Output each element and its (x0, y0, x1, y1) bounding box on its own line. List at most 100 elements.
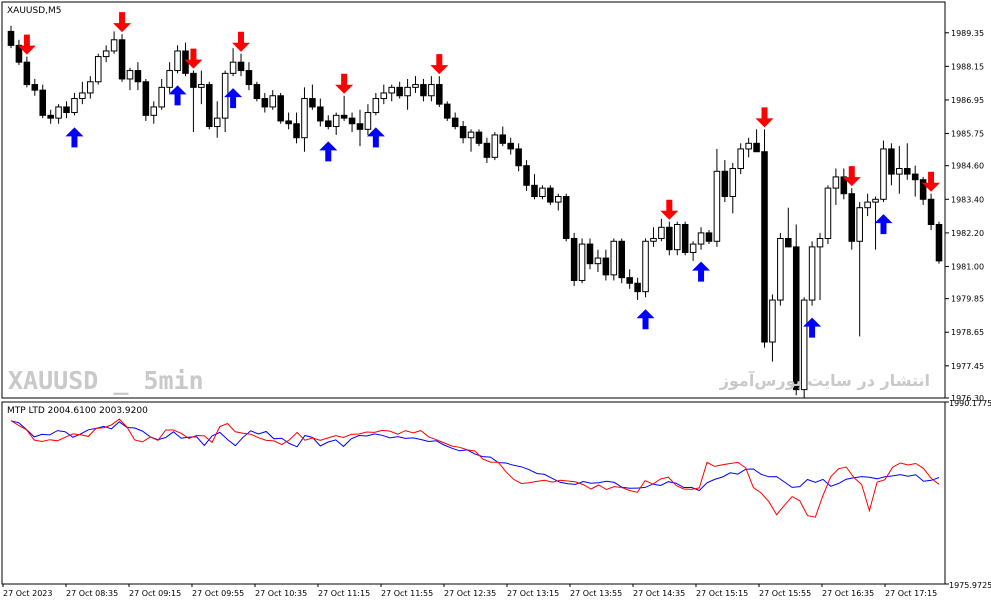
candle (309, 84, 316, 110)
candle (158, 78, 165, 110)
sell-arrow-icon (660, 199, 679, 220)
indicator-line-red (10, 418, 940, 518)
buy-arrow-icon (692, 261, 711, 282)
candle (451, 112, 459, 130)
candle (340, 95, 348, 121)
candle (348, 112, 356, 133)
candle (213, 101, 221, 138)
price-panel: XAUUSD,M5 XAUUSD _ 5min انتشار در سایت بور… (7, 6, 943, 398)
time-tick-label: 27 Oct 15:55 (759, 589, 811, 598)
candle-body-bear (23, 61, 31, 86)
candle (102, 45, 110, 63)
candle-body-bull (428, 84, 435, 97)
candle (110, 31, 118, 54)
candle (761, 129, 768, 348)
candle-body-bear (792, 246, 800, 391)
time-tick-label: 27 Oct 14:35 (633, 589, 685, 598)
candle-body-bear (681, 223, 689, 253)
candle (150, 101, 158, 124)
candle (23, 56, 31, 88)
candle-body-bull (380, 92, 388, 100)
candle (816, 232, 824, 301)
candle-body-bull (198, 84, 205, 88)
candle (753, 129, 760, 153)
candle (237, 53, 245, 77)
candle-body-bull (539, 187, 546, 198)
time-tick-label: 27 Oct 13:55 (570, 589, 622, 598)
candle-body-bull (808, 246, 816, 301)
price-tick-label: 1981.00 (951, 262, 984, 271)
price-tick-label: 1983.40 (951, 195, 984, 204)
candle-body-bull (301, 98, 308, 139)
buy-arrow-icon (65, 127, 84, 148)
candle (79, 81, 86, 105)
price-tick-label: 1989.35 (951, 29, 984, 38)
sell-arrow-icon (755, 107, 774, 128)
candle (412, 76, 419, 93)
time-tick-label: 27 Oct 08:35 (66, 589, 118, 598)
price-tick-label: 1982.20 (951, 229, 984, 238)
candle (555, 193, 562, 211)
candle (681, 221, 689, 256)
candle-body-bull (824, 187, 832, 239)
candle (880, 140, 887, 203)
buy-arrow-icon (319, 141, 338, 162)
candle (610, 238, 618, 281)
candle-body-bear (7, 30, 15, 46)
candle (483, 137, 491, 163)
candle-body-bull (412, 84, 419, 88)
candle-body-bull (658, 226, 665, 239)
candle (785, 207, 792, 248)
candle (745, 137, 752, 158)
candle-body-bull (856, 207, 863, 242)
candle-body-bear (618, 240, 626, 279)
candle (324, 115, 332, 130)
candle-body-bull (555, 196, 562, 203)
candle (15, 39, 23, 65)
candle (229, 48, 237, 77)
candle (769, 294, 776, 362)
candle (713, 148, 721, 247)
chart-root: XAUUSD,M5 XAUUSD _ 5min انتشار در سایت بور… (1, 1, 991, 598)
price-tick-label: 1985.75 (951, 130, 984, 139)
candle-body-bull (404, 86, 411, 97)
candle (927, 193, 935, 231)
candle (71, 92, 78, 116)
candle-body-bull (213, 117, 221, 128)
candle-body-bear (753, 142, 760, 153)
candle (666, 221, 673, 256)
candle-body-bear (420, 84, 427, 97)
buy-arrow-icon (874, 214, 893, 235)
candle-body-bear (39, 89, 47, 116)
candle-body-bear (142, 81, 150, 116)
candle-body-bear (785, 237, 792, 248)
candle (935, 221, 943, 264)
candle-body-bull (87, 81, 94, 94)
price-tick-label: 1977.45 (951, 362, 984, 371)
candle-body-bear (340, 114, 348, 119)
candle-body-bear (705, 232, 713, 242)
candle (689, 241, 697, 261)
candle (673, 221, 681, 256)
candle (182, 42, 189, 77)
buy-arrow-icon (636, 309, 655, 330)
candle (864, 193, 871, 217)
candle (911, 165, 919, 197)
candle (594, 249, 602, 273)
candle (856, 202, 863, 337)
candle-body-bear (253, 84, 261, 100)
candle (94, 53, 102, 85)
candle (285, 112, 292, 130)
candle (705, 230, 713, 245)
candle (39, 84, 47, 119)
time-tick-label: 27 Oct 17:15 (885, 589, 937, 598)
candle-body-bear (47, 114, 54, 119)
candle-body-bear (356, 123, 364, 130)
price-tick-label: 1984.60 (951, 162, 984, 171)
candle-body-bull (578, 243, 586, 281)
candle-body-bear (911, 173, 919, 181)
candle-body-bull (150, 106, 158, 116)
candle (570, 232, 578, 287)
buy-arrow-icon (366, 127, 385, 148)
candle-body-bull (880, 148, 887, 200)
